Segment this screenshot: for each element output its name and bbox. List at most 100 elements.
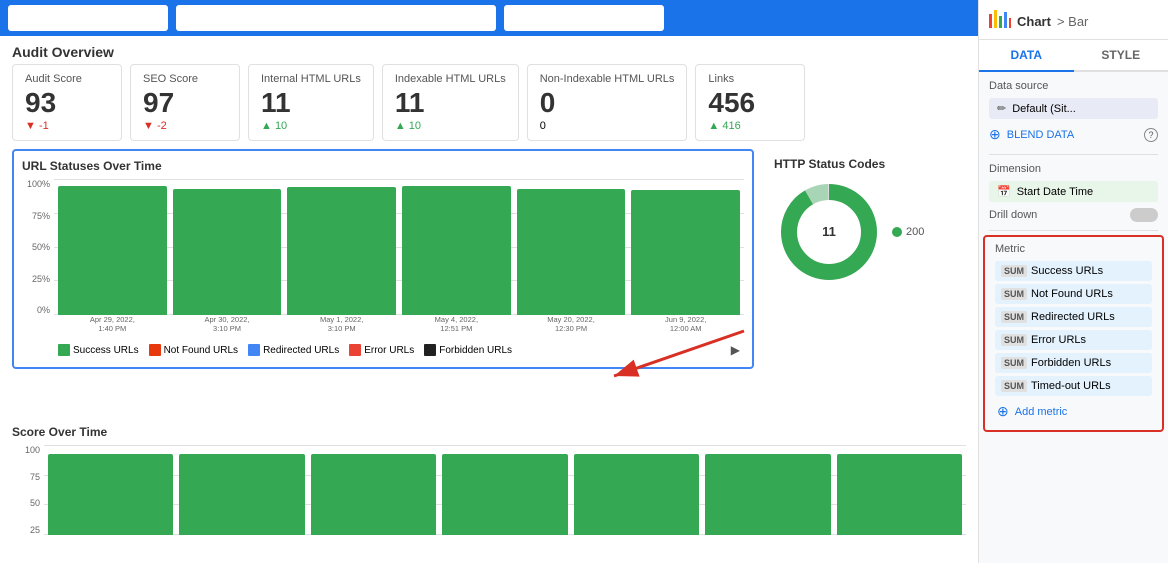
metric-item-0[interactable]: SUM Success URLs bbox=[995, 261, 1152, 281]
url-statuses-chart: URL Statuses Over Time 100% 75% 50% 25% … bbox=[12, 149, 754, 369]
x-axis: Apr 29, 2022,1:40 PM Apr 30, 2022,3:10 P… bbox=[58, 315, 740, 339]
bar-1 bbox=[173, 189, 282, 315]
top-bar-input-3[interactable] bbox=[504, 5, 664, 31]
metric-item-5[interactable]: SUM Timed-out URLs bbox=[995, 376, 1152, 396]
add-metric-button[interactable]: ⊕ Add metric bbox=[995, 399, 1152, 424]
donut-legend-value: 200 bbox=[906, 226, 924, 238]
bar-5 bbox=[631, 190, 740, 315]
blend-data-button[interactable]: ⊕ BLEND DATA ? bbox=[989, 123, 1158, 146]
legend-row: Success URLs Not Found URLs Redirected U… bbox=[22, 339, 744, 359]
metric-card-4: Non-Indexable HTML URLs 0 0 bbox=[527, 64, 688, 141]
bar-chart-wrapper: 100% 75% 50% 25% 0% bbox=[22, 179, 744, 339]
metric-name-5: Timed-out URLs bbox=[1031, 380, 1111, 392]
score-bars bbox=[48, 445, 962, 535]
metric-change-2: ▲ 10 bbox=[261, 120, 361, 132]
top-bar-input-2[interactable] bbox=[176, 5, 496, 31]
y-label-100: 100% bbox=[22, 179, 54, 189]
metric-change-5: ▲ 416 bbox=[708, 120, 792, 132]
metric-name-3: Error URLs bbox=[1031, 334, 1086, 346]
score-over-time-title: Score Over Time bbox=[12, 425, 966, 439]
pencil-icon: ✏ bbox=[997, 102, 1006, 115]
metric-label-1: SEO Score bbox=[143, 73, 227, 85]
blend-data-label: BLEND DATA bbox=[1007, 129, 1074, 141]
metric-item-4[interactable]: SUM Forbidden URLs bbox=[995, 353, 1152, 373]
bar-3 bbox=[402, 186, 511, 315]
y-label-0: 0% bbox=[22, 305, 54, 315]
metric-sum-2: SUM bbox=[1001, 311, 1027, 323]
data-source-label: Data source bbox=[989, 80, 1158, 92]
metric-change-0: ▼ -1 bbox=[25, 120, 109, 132]
metric-section: Metric SUM Success URLs SUM Not Found UR… bbox=[983, 235, 1164, 432]
dimension-label: Dimension bbox=[989, 163, 1158, 175]
x-label-2: May 1, 2022,3:10 PM bbox=[287, 315, 396, 339]
metric-value-1: 97 bbox=[143, 89, 227, 117]
score-bar-2 bbox=[311, 454, 436, 535]
tab-data[interactable]: DATA bbox=[979, 40, 1074, 72]
legend-scroll-right[interactable]: ▶ bbox=[731, 343, 740, 357]
legend-error-color bbox=[349, 344, 361, 356]
panel-header: Chart > Bar bbox=[979, 0, 1168, 40]
metric-item-2[interactable]: SUM Redirected URLs bbox=[995, 307, 1152, 327]
audit-overview-title: Audit Overview bbox=[0, 36, 978, 64]
legend-forbidden-color bbox=[424, 344, 436, 356]
metric-name-1: Not Found URLs bbox=[1031, 288, 1113, 300]
dimension-name: Start Date Time bbox=[1017, 186, 1093, 198]
score-bar-0 bbox=[48, 454, 173, 535]
donut-legend-item: 200 bbox=[892, 226, 924, 238]
metric-sum-1: SUM bbox=[1001, 288, 1027, 300]
metric-change-3: ▲ 10 bbox=[395, 120, 506, 132]
score-y-50: 50 bbox=[12, 498, 44, 508]
metric-sum-5: SUM bbox=[1001, 380, 1027, 392]
drill-down-toggle[interactable] bbox=[1130, 208, 1158, 222]
x-label-1: Apr 30, 2022,3:10 PM bbox=[173, 315, 282, 339]
metric-label-5: Links bbox=[708, 73, 792, 85]
panel-breadcrumb: > Bar bbox=[1057, 14, 1088, 29]
metric-label-2: Internal HTML URLs bbox=[261, 73, 361, 85]
plus-icon: ⊕ bbox=[989, 126, 1001, 143]
top-bar-input-1[interactable] bbox=[8, 5, 168, 31]
legend-success-color bbox=[58, 344, 70, 356]
legend-success-label: Success URLs bbox=[73, 345, 139, 356]
metric-change-1: ▼ -2 bbox=[143, 120, 227, 132]
metric-card-5: Links 456 ▲ 416 bbox=[695, 64, 805, 141]
score-bar-4 bbox=[574, 454, 699, 535]
legend-notfound: Not Found URLs bbox=[149, 344, 238, 356]
http-status-box: HTTP Status Codes 11 200 bbox=[766, 149, 966, 421]
metric-label-3: Indexable HTML URLs bbox=[395, 73, 506, 85]
data-source-item[interactable]: ✏ Default (Sit... bbox=[989, 98, 1158, 119]
metric-name-2: Redirected URLs bbox=[1031, 311, 1115, 323]
metric-sum-4: SUM bbox=[1001, 357, 1027, 369]
http-status-title: HTTP Status Codes bbox=[774, 157, 958, 171]
metric-item-1[interactable]: SUM Not Found URLs bbox=[995, 284, 1152, 304]
x-label-5: Jun 9, 2022,12:00 AM bbox=[631, 315, 740, 339]
drill-down-row: Drill down bbox=[989, 208, 1158, 222]
metric-name-4: Forbidden URLs bbox=[1031, 357, 1111, 369]
chart-icon bbox=[989, 10, 1011, 28]
charts-row: URL Statuses Over Time 100% 75% 50% 25% … bbox=[0, 149, 978, 421]
metric-value-2: 11 bbox=[261, 89, 361, 117]
legend-success: Success URLs bbox=[58, 344, 139, 356]
score-section: Score Over Time 100 75 50 25 bbox=[0, 421, 978, 563]
url-statuses-title: URL Statuses Over Time bbox=[22, 159, 744, 173]
metric-value-5: 456 bbox=[708, 89, 792, 117]
score-y-axis: 100 75 50 25 bbox=[12, 445, 44, 535]
metric-item-3[interactable]: SUM Error URLs bbox=[995, 330, 1152, 350]
dimension-item[interactable]: 📅 Start Date Time bbox=[989, 181, 1158, 202]
tab-style[interactable]: STYLE bbox=[1074, 40, 1168, 72]
metric-card-2: Internal HTML URLs 11 ▲ 10 bbox=[248, 64, 374, 141]
score-chart-wrapper: 100 75 50 25 bbox=[12, 445, 966, 555]
score-bar-5 bbox=[705, 454, 830, 535]
legend-forbidden: Forbidden URLs bbox=[424, 344, 512, 356]
metric-label-0: Audit Score bbox=[25, 73, 109, 85]
right-panel: Chart > Bar DATA STYLE Data source ✏ Def… bbox=[978, 0, 1168, 563]
metric-card-1: SEO Score 97 ▼ -2 bbox=[130, 64, 240, 141]
score-bar-1 bbox=[179, 454, 304, 535]
donut-chart: 11 bbox=[774, 177, 884, 287]
metric-card-0: Audit Score 93 ▼ -1 bbox=[12, 64, 122, 141]
help-icon[interactable]: ? bbox=[1144, 128, 1158, 142]
metrics-row: Audit Score 93 ▼ -1 SEO Score 97 ▼ -2 In… bbox=[0, 64, 978, 149]
donut-area: 11 200 bbox=[774, 177, 958, 287]
y-label-25: 25% bbox=[22, 274, 54, 284]
add-metric-plus-icon: ⊕ bbox=[997, 403, 1009, 420]
metric-change-4: 0 bbox=[540, 120, 675, 132]
